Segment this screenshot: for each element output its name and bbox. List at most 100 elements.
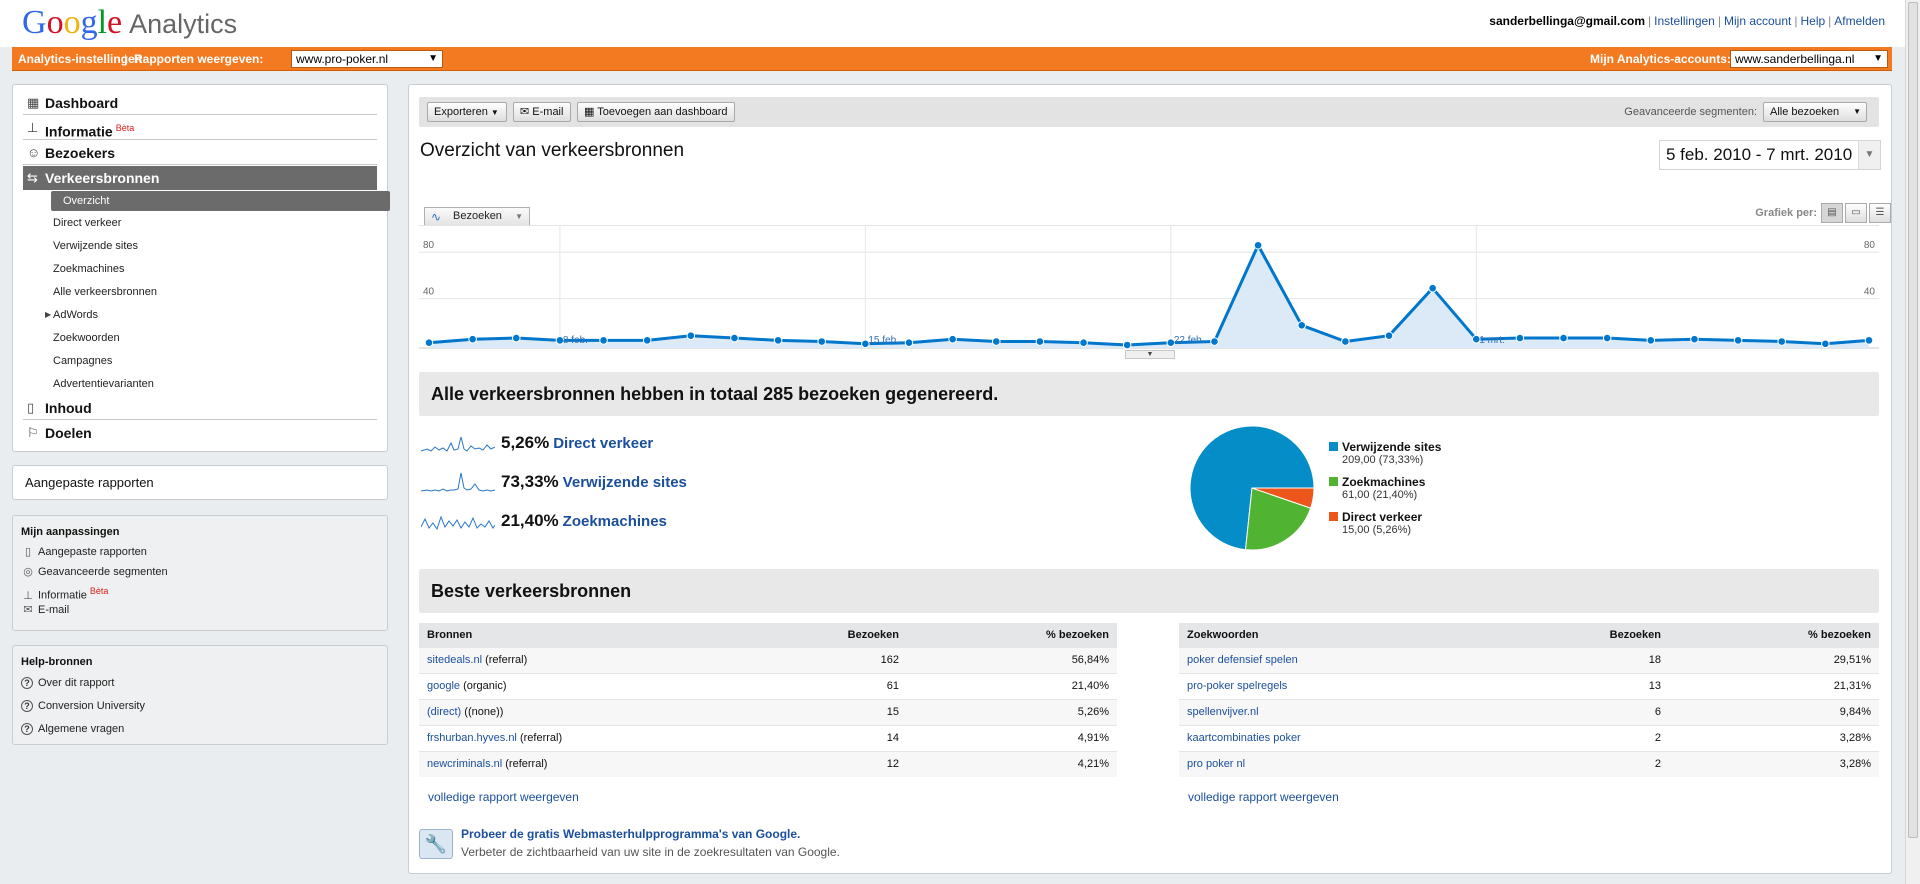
source-link[interactable]: google xyxy=(427,680,460,692)
data-point xyxy=(1733,336,1743,345)
view-reports-select[interactable]: www.pro-poker.nl ▼ xyxy=(291,50,443,68)
graph-by-day-button[interactable]: ▤ xyxy=(1821,203,1843,223)
data-point xyxy=(1341,337,1350,346)
help-resources-panel: Help-bronnen ? Over dit rapport ? Conversi… xyxy=(12,645,388,745)
subnav-overview[interactable]: Overzicht xyxy=(51,191,390,211)
email-label: E-mail xyxy=(532,106,564,118)
table-row: spellenvijver.nl 6 9,84% xyxy=(1179,698,1879,725)
vertical-scrollbar[interactable] xyxy=(1905,0,1920,884)
traffic-sources-pie-chart xyxy=(1189,425,1315,551)
nav-dashboard[interactable]: ▦ Dashboard xyxy=(23,91,377,115)
subnav-all-traffic-sources[interactable]: Alle verkeersbronnen xyxy=(53,282,157,302)
sign-out-link[interactable]: Afmelden xyxy=(1834,14,1885,28)
email-item[interactable]: ✉ E-mail xyxy=(21,602,69,618)
nav-traffic-sources[interactable]: ⇆ Verkeersbronnen xyxy=(23,166,377,190)
help-link[interactable]: Help xyxy=(1800,14,1825,28)
visits-cell: 15 xyxy=(797,698,907,725)
sources-full-report-link[interactable]: volledige rapport weergeven xyxy=(428,790,579,804)
x-tick-label: 8 feb. xyxy=(563,335,588,346)
intelligence-item[interactable]: ⊥ Informatie Bèta xyxy=(21,583,108,602)
keyword-link[interactable]: kaartcombinaties poker xyxy=(1187,732,1301,744)
source-link[interactable]: frshurban.hyves.nl xyxy=(427,732,517,744)
column-header[interactable]: Zoekwoorden xyxy=(1179,623,1559,647)
referring-sites-link[interactable]: Verwijzende sites xyxy=(563,474,687,491)
legend-value: 209,00 (73,33%) xyxy=(1342,454,1424,466)
referring-sites-summary: 73,33% Verwijzende sites xyxy=(501,472,687,492)
keywords-full-report-link[interactable]: volledige rapport weergeven xyxy=(1188,790,1339,804)
table-row: frshurban.hyves.nl (referral) 14 4,91% xyxy=(419,724,1117,751)
subnav-referring-sites[interactable]: Verwijzende sites xyxy=(53,236,138,256)
legend-name: Direct verkeer xyxy=(1342,510,1423,524)
nav-visitors[interactable]: ☺ Bezoekers xyxy=(23,141,377,165)
help-icon: ? xyxy=(21,677,33,689)
column-header[interactable]: Bronnen xyxy=(419,623,797,647)
column-header[interactable]: Bezoeken xyxy=(1559,623,1669,647)
table-row: newcriminals.nl (referral) 12 4,21% xyxy=(419,750,1117,777)
advanced-segments-label: Geavanceerde segmenten: xyxy=(1624,106,1757,118)
dashboard-icon: ▦ xyxy=(584,106,595,118)
subnav-search-engines[interactable]: Zoekmachines xyxy=(53,259,125,279)
pct-cell: 29,51% xyxy=(1669,646,1879,673)
column-header[interactable]: Bezoeken xyxy=(797,623,907,647)
source-link[interactable]: newcriminals.nl xyxy=(427,758,502,770)
data-point xyxy=(468,334,477,344)
accounts-select[interactable]: www.sanderbellinga.nl ▼ xyxy=(1730,50,1888,68)
date-range-picker[interactable]: 5 feb. 2010 - 7 mrt. 2010 ▼ xyxy=(1659,140,1881,170)
webmaster-tools-link[interactable]: Probeer de gratis Webmasterhulpprogramma… xyxy=(461,827,800,841)
traffic-summary-title: Alle verkeersbronnen hebben in totaal 28… xyxy=(419,372,1879,416)
visits-cell: 14 xyxy=(797,724,907,751)
email-button[interactable]: ✉ E-mail xyxy=(513,102,571,122)
y-tick-label-right: 40 xyxy=(1864,287,1876,298)
subnav-adwords[interactable]: ▶ AdWords xyxy=(45,305,98,325)
table-row: sitedeals.nl (referral) 162 56,84% xyxy=(419,646,1117,673)
metric-selector[interactable]: ∿ Bezoeken ▼ xyxy=(424,207,530,225)
my-account-link[interactable]: Mijn account xyxy=(1724,14,1791,28)
subnav-keywords[interactable]: Zoekwoorden xyxy=(53,328,120,348)
search-engines-link[interactable]: Zoekmachines xyxy=(563,513,667,530)
graph-by-week-button[interactable]: ▭ xyxy=(1845,203,1867,223)
custom-reports-link[interactable]: Aangepaste rapporten xyxy=(12,465,388,500)
google-analytics-logo[interactable]: Google Analytics xyxy=(22,4,237,43)
export-button[interactable]: Exporteren ▼ xyxy=(427,102,507,122)
add-to-dashboard-button[interactable]: ▦ Toevoegen aan dashboard xyxy=(577,102,735,122)
column-header[interactable]: % bezoeken xyxy=(907,623,1117,647)
conversion-university-link[interactable]: ? Conversion University xyxy=(21,698,145,714)
settings-link[interactable]: Instellingen xyxy=(1654,14,1715,28)
nav-goals[interactable]: ⚐ Doelen xyxy=(23,421,377,445)
x-tick-label: 15 feb. xyxy=(868,335,899,346)
advanced-segments-select[interactable]: Alle bezoeken ▼ xyxy=(1763,102,1867,122)
nav-content[interactable]: ▯ Inhoud xyxy=(23,396,377,420)
column-header[interactable]: % bezoeken xyxy=(1669,623,1879,647)
source-link[interactable]: (direct) xyxy=(427,706,461,718)
table-row: pro-poker spelregels 13 21,31% xyxy=(1179,672,1879,699)
visits-chart[interactable]: 40 40 80 80 8 feb. 15 feb. 22 feb. 1 mrt. xyxy=(419,225,1879,353)
common-questions-link[interactable]: ? Algemene vragen xyxy=(21,721,124,737)
subnav-direct-traffic[interactable]: Direct verkeer xyxy=(53,213,121,233)
graph-by-month-button[interactable]: ☰ xyxy=(1869,203,1891,223)
scrollbar-thumb[interactable] xyxy=(1908,2,1918,838)
keyword-link[interactable]: pro-poker spelregels xyxy=(1187,680,1287,692)
direct-traffic-summary: 5,26% Direct verkeer xyxy=(501,433,653,453)
custom-reports-item[interactable]: ▯ Aangepaste rapporten xyxy=(21,544,147,560)
subnav-campaigns[interactable]: Campagnes xyxy=(53,351,112,371)
subnav-ad-versions[interactable]: Advertentievarianten xyxy=(53,374,154,394)
legend-referring-sites: Verwijzende sites 209,00 (73,33%) xyxy=(1329,440,1441,466)
keyword-link[interactable]: poker defensief spelen xyxy=(1187,654,1298,666)
data-point xyxy=(1777,337,1787,346)
about-report-link[interactable]: ? Over dit rapport xyxy=(21,675,114,691)
collapse-chart-handle[interactable]: ▼ xyxy=(1125,350,1175,359)
graph-by-label: Grafiek per: xyxy=(1755,207,1817,219)
sources-table: Bronnen Bezoeken % bezoeken sitedeals.nl… xyxy=(419,623,1117,777)
keyword-link[interactable]: pro poker nl xyxy=(1187,758,1245,770)
advanced-segments-item[interactable]: ◎ Geavanceerde segmenten xyxy=(21,564,167,580)
dropdown-arrow-icon: ▼ xyxy=(1858,141,1880,169)
y-tick-label-left: 80 xyxy=(423,240,435,251)
direct-traffic-link[interactable]: Direct verkeer xyxy=(553,435,653,452)
line-chart-icon: ∿ xyxy=(431,210,442,224)
keyword-link[interactable]: spellenvijver.nl xyxy=(1187,706,1259,718)
beta-badge: Bèta xyxy=(115,123,135,133)
view-reports-value: www.pro-poker.nl xyxy=(296,52,389,66)
source-link[interactable]: sitedeals.nl xyxy=(427,654,482,666)
nav-intelligence[interactable]: ⊥ Informatie Bèta xyxy=(23,116,377,140)
keyword-cell: pro-poker spelregels xyxy=(1179,672,1559,699)
